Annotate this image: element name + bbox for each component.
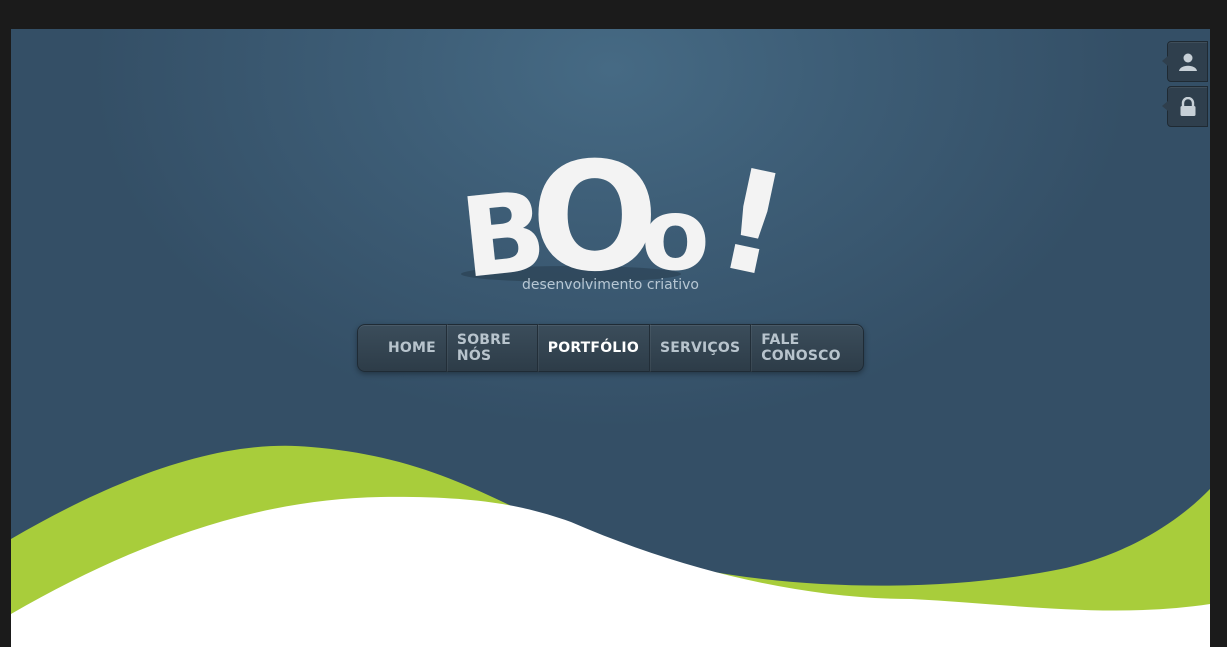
lock-button[interactable] [1162,86,1208,127]
tagline: desenvolvimento criativo [522,277,699,293]
nav-item-fale-conosco[interactable]: FALE CONOSCO [751,324,863,372]
nav-item-home[interactable]: HOME [378,324,447,372]
user-icon [1178,53,1197,71]
svg-text:o: o [641,176,710,293]
nav-item-sobre-nos[interactable]: SOBRE NÓS [447,324,538,372]
lock-icon [1180,96,1195,116]
nav-item-servicos[interactable]: SERVIÇOS [650,324,752,372]
login-button[interactable] [1162,41,1208,82]
nav-item-portfolio[interactable]: PORTFÓLIO [538,324,650,372]
page-frame: B O o ! desenvolvimento criativo HOME SO… [11,29,1210,647]
main-nav: HOME SOBRE NÓS PORTFÓLIO SERVIÇOS FALE C… [357,324,864,372]
